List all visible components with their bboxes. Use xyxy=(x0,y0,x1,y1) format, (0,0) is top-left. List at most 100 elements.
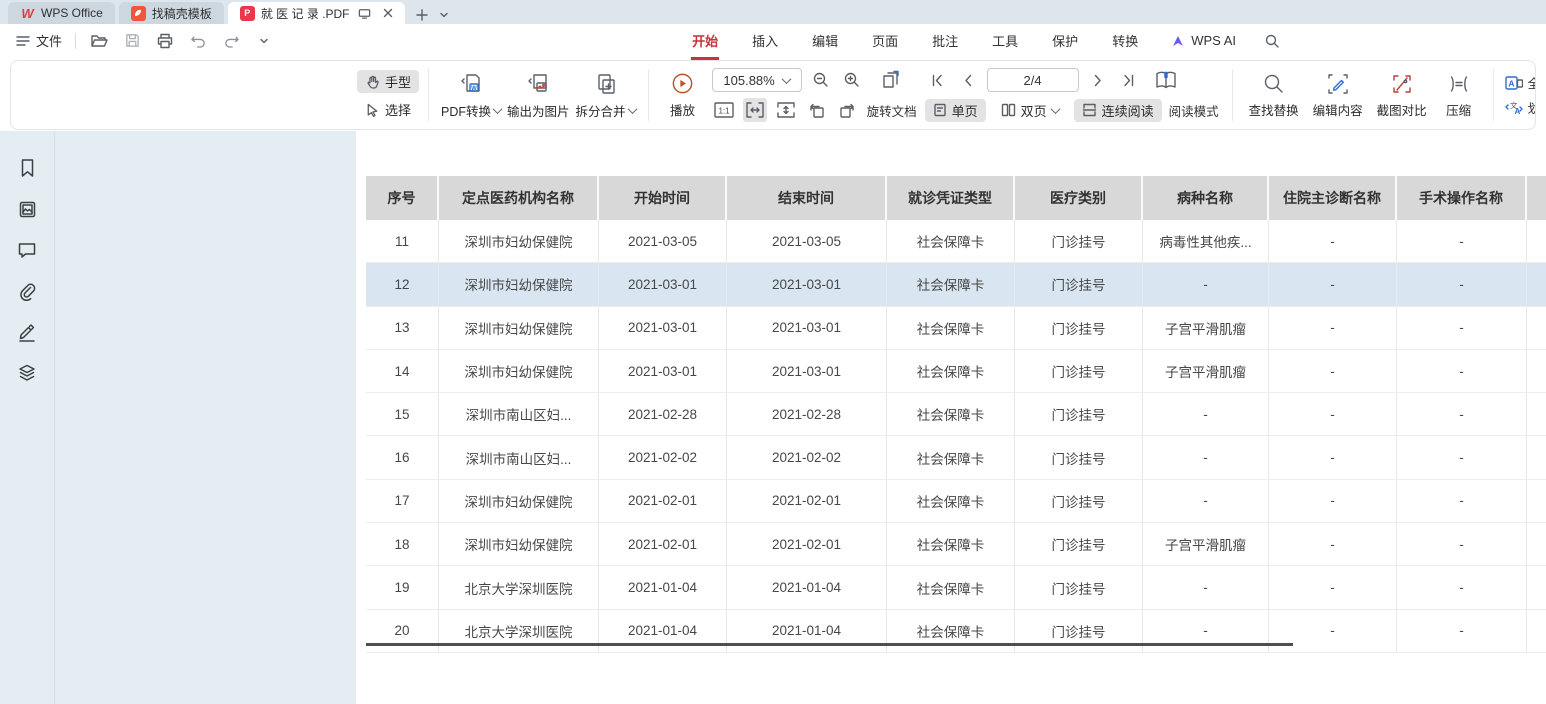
screenshot-compare-button[interactable]: 截图对比 xyxy=(1370,72,1434,119)
fit-page-icon[interactable] xyxy=(774,98,798,122)
word-translate-button[interactable]: 文 A 划词翻译 xyxy=(1505,98,1536,117)
save-icon[interactable] xyxy=(122,31,142,51)
next-page-icon[interactable] xyxy=(1086,68,1110,92)
table-cell: 20 xyxy=(366,610,439,652)
tab-docer-template[interactable]: 找稿壳模板 xyxy=(119,2,224,24)
menu-search-icon[interactable] xyxy=(1262,31,1282,51)
tab-wps-office[interactable]: W WPS Office xyxy=(8,2,115,24)
table-cell: 2021-02-02 xyxy=(727,436,887,478)
table-row[interactable]: 18深圳市妇幼保健院2021-02-012021-02-01社会保障卡门诊挂号子… xyxy=(366,523,1546,566)
table-cell: 2021-03-01 xyxy=(727,263,887,305)
table-cell: 12 xyxy=(366,263,439,305)
table-cell: 门诊挂号 xyxy=(1015,436,1143,478)
double-page-button[interactable]: 双页 xyxy=(993,99,1067,122)
menu-item-page[interactable]: 页面 xyxy=(870,25,900,56)
table-cell: 2021-02-01 xyxy=(599,523,727,565)
table-row[interactable]: 13深圳市妇幼保健院2021-03-012021-03-01社会保障卡门诊挂号子… xyxy=(366,307,1546,350)
find-replace-icon xyxy=(1262,72,1286,96)
table-cell: - xyxy=(1143,393,1269,435)
table-cell: 深圳市南山区妇... xyxy=(439,436,599,478)
compress-button[interactable]: 压缩 xyxy=(1434,72,1484,119)
attachment-icon[interactable] xyxy=(16,280,38,302)
fit-width-icon[interactable] xyxy=(743,98,767,122)
zoom-out-icon[interactable] xyxy=(809,68,833,92)
pdf-convert-button[interactable]: W PDF转换 xyxy=(438,71,504,120)
undo-icon[interactable] xyxy=(188,31,208,51)
menu-item-annotate[interactable]: 批注 xyxy=(930,25,960,56)
first-page-icon[interactable] xyxy=(925,68,949,92)
hand-tool-label: 手型 xyxy=(385,72,411,91)
menu-item-edit[interactable]: 编辑 xyxy=(810,25,840,56)
wps-ai-menu[interactable]: WPS AI xyxy=(1170,33,1236,48)
table-row[interactable]: 11深圳市妇幼保健院2021-03-052021-03-05社会保障卡门诊挂号病… xyxy=(366,220,1546,263)
export-image-button[interactable]: 输出为图片 xyxy=(504,71,573,120)
table-cell: - xyxy=(1269,480,1397,522)
table-cell: 2021-03-01 xyxy=(599,263,727,305)
table-row[interactable]: 17深圳市妇幼保健院2021-02-012021-02-01社会保障卡门诊挂号-… xyxy=(366,480,1546,523)
table-cell: 社会保障卡 xyxy=(887,610,1015,652)
open-file-icon[interactable] xyxy=(89,31,109,51)
print-icon[interactable] xyxy=(155,31,175,51)
signature-icon[interactable] xyxy=(16,321,38,343)
table-row[interactable]: 15深圳市南山区妇...2021-02-282021-02-28社会保障卡门诊挂… xyxy=(366,393,1546,436)
table-cell: 2021-02-01 xyxy=(599,480,727,522)
pdf-page[interactable]: 序号定点医药机构名称开始时间结束时间就诊凭证类型医疗类别病种名称住院主诊断名称手… xyxy=(356,131,1546,704)
table-cell: - xyxy=(1397,610,1527,652)
rotate-left-icon[interactable] xyxy=(805,98,829,122)
fulltext-translate-button[interactable]: A 全文翻译 xyxy=(1505,73,1536,92)
continuous-reading-button[interactable]: 连续阅读 xyxy=(1074,99,1162,122)
single-page-button[interactable]: 单页 xyxy=(925,99,986,122)
rotate-document-label[interactable]: 旋转文档 xyxy=(867,101,917,120)
table-cell: 社会保障卡 xyxy=(887,480,1015,522)
play-button[interactable]: 播放 xyxy=(658,71,708,119)
previous-page-icon[interactable] xyxy=(956,68,980,92)
tab-medical-record-pdf[interactable]: P 就 医 记 录 .PDF xyxy=(228,2,406,24)
redo-icon[interactable] xyxy=(221,31,241,51)
rotate-document-icon[interactable] xyxy=(879,68,903,92)
close-tab-icon[interactable] xyxy=(379,4,397,22)
table-cell: 19 xyxy=(366,566,439,608)
wps-pdf-window: W WPS Office 找稿壳模板 P 就 医 记 录 .PDF xyxy=(0,0,1546,704)
screen-cast-icon[interactable] xyxy=(355,4,373,22)
menu-item-tools[interactable]: 工具 xyxy=(990,25,1020,56)
table-row[interactable]: 20北京大学深圳医院2021-01-042021-01-04社会保障卡门诊挂号-… xyxy=(366,610,1546,653)
table-cell: - xyxy=(1143,566,1269,608)
hand-tool-button[interactable]: 手型 xyxy=(357,70,419,93)
zoom-in-icon[interactable] xyxy=(840,68,864,92)
find-replace-button[interactable]: 查找替换 xyxy=(1242,72,1306,119)
page-number-input[interactable]: 2/4 xyxy=(987,68,1079,92)
menu-item-insert[interactable]: 插入 xyxy=(750,25,780,56)
table-cell: 13 xyxy=(366,307,439,349)
tab-list-chevron-icon[interactable] xyxy=(435,6,453,24)
layers-icon[interactable] xyxy=(16,362,38,384)
last-page-icon[interactable] xyxy=(1117,68,1141,92)
table-row[interactable]: 14深圳市妇幼保健院2021-03-012021-03-01社会保障卡门诊挂号子… xyxy=(366,350,1546,393)
table-cell: 社会保障卡 xyxy=(887,523,1015,565)
rotate-right-icon[interactable] xyxy=(836,98,860,122)
file-menu-button[interactable]: 文件 xyxy=(16,31,62,50)
table-row[interactable]: 12深圳市妇幼保健院2021-03-012021-03-01社会保障卡门诊挂号-… xyxy=(366,263,1546,306)
table-cell: 深圳市妇幼保健院 xyxy=(439,307,599,349)
quick-access-chevron-icon[interactable] xyxy=(254,31,274,51)
table-cell: - xyxy=(1269,263,1397,305)
actual-size-icon[interactable]: 1:1 xyxy=(712,98,736,122)
thumbnails-icon[interactable] xyxy=(16,198,38,220)
menu-item-home[interactable]: 开始 xyxy=(690,25,720,56)
split-merge-button[interactable]: 拆分合并 xyxy=(573,71,639,120)
read-mode-icon[interactable] xyxy=(1154,68,1178,92)
table-cell: - xyxy=(1143,610,1269,652)
bookmark-icon[interactable] xyxy=(16,157,38,179)
read-mode-label[interactable]: 阅读模式 xyxy=(1169,101,1219,120)
zoom-level-combobox[interactable]: 105.88% xyxy=(712,68,802,92)
menu-item-convert[interactable]: 转换 xyxy=(1110,25,1140,56)
edit-content-button[interactable]: 编辑内容 xyxy=(1306,72,1370,119)
zoom-level-value: 105.88% xyxy=(723,73,774,88)
select-tool-button[interactable]: 选择 xyxy=(357,98,419,121)
table-row[interactable]: 16深圳市南山区妇...2021-02-022021-02-02社会保障卡门诊挂… xyxy=(366,436,1546,479)
table-row[interactable]: 19北京大学深圳医院2021-01-042021-01-04社会保障卡门诊挂号-… xyxy=(366,566,1546,609)
comment-icon[interactable] xyxy=(16,239,38,261)
new-tab-button[interactable] xyxy=(413,6,431,24)
table-cell-filler xyxy=(1527,610,1546,652)
menu-item-protect[interactable]: 保护 xyxy=(1050,25,1080,56)
table-cell: - xyxy=(1143,263,1269,305)
